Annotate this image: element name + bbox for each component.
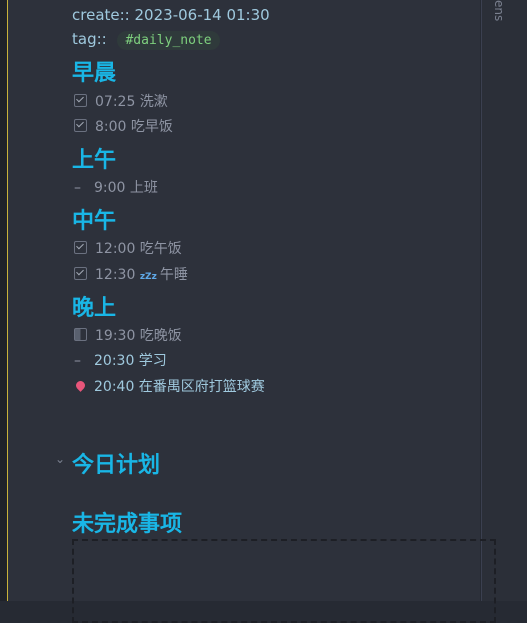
tag-pill[interactable]: #daily_note [117,31,220,50]
left-sidebar-rail [0,0,8,601]
checkbox-in-progress-icon[interactable] [74,328,87,341]
task-item[interactable]: 19:30 吃晚饭 [74,325,182,345]
task-text: 20:40 在番禺区府打篮球赛 [94,379,265,395]
tag-property: tag:: #daily_note [72,30,220,50]
embedded-query-block[interactable] [72,539,496,623]
create-label: create:: [72,6,130,24]
task-text: 19:30 吃晚饭 [95,328,182,344]
task-text: 12:00 吃午饭 [95,241,182,257]
task-item[interactable]: 12:00 吃午饭 [74,238,182,258]
task-item[interactable]: 8:00 吃早饭 [74,116,173,136]
heading-noon: 中午 [72,209,117,234]
heading-unfinished: 未完成事项 [72,512,183,537]
create-value: 2023-06-14 01:30 [134,6,270,24]
chevron-down-icon[interactable]: ⌄ [55,452,65,466]
sleep-zzz-icon: zZz [139,272,157,282]
checkbox-checked-icon[interactable] [74,241,87,254]
task-item[interactable]: –20:30 学习 [74,350,167,370]
dash-icon: – [74,180,81,196]
task-text: 20:30 学习 [94,353,167,369]
task-text: 9:00 上班 [94,180,158,196]
task-text: 07:25 洗漱 [95,94,168,110]
task-item[interactable]: 12:30 zZz 午睡 [74,264,188,284]
right-pane[interactable] [481,0,527,601]
task-text: 8:00 吃早饭 [95,119,173,135]
right-pane-label: ens [492,0,506,22]
heading-morning: 早晨 [72,61,117,86]
task-item[interactable]: –9:00 上班 [74,177,158,197]
heading-forenoon: 上午 [72,148,117,173]
checkbox-checked-icon[interactable] [74,119,87,132]
task-text: 12:30 [95,267,136,283]
task-text-suffix: 午睡 [159,267,188,283]
create-property: create:: 2023-06-14 01:30 [72,6,270,24]
task-item[interactable]: 20:40 在番禺区府打篮球赛 [74,376,265,396]
location-pin-icon [74,379,87,392]
checkbox-checked-icon[interactable] [74,94,87,107]
task-item[interactable]: 07:25 洗漱 [74,91,168,111]
checkbox-checked-icon[interactable] [74,267,87,280]
heading-evening: 晚上 [72,296,117,321]
heading-today-plan[interactable]: 今日计划 [72,447,160,479]
tag-label: tag:: [72,30,107,48]
dash-icon: – [74,353,81,369]
